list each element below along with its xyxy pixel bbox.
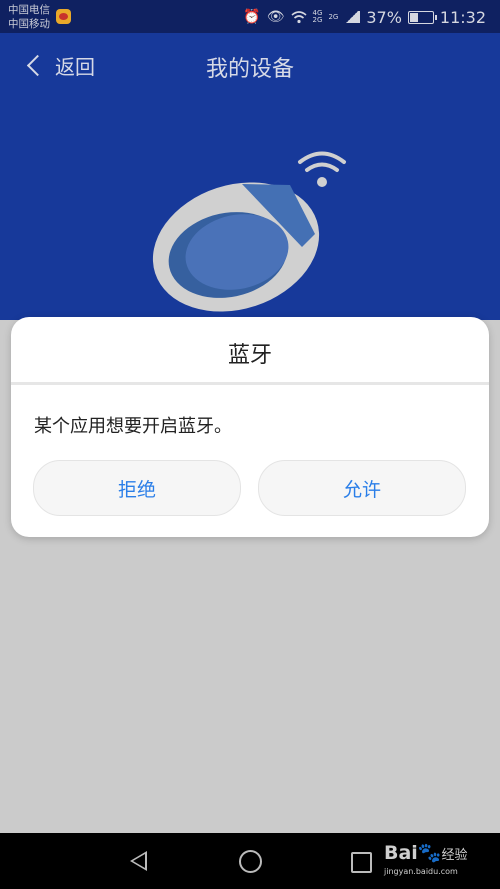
status-bar: 中国电信 中国移动 ⏰ 👁 4G 2G 2G 37% 11:32 [0,0,500,33]
dialog-divider [11,382,489,385]
carrier-2: 中国移动 [8,18,50,30]
battery-percent: 37% [366,7,402,27]
paw-icon: 🐾 [417,842,442,864]
deny-button[interactable]: 拒绝 [33,460,241,516]
watermark-brand: Bai [384,842,418,864]
nav-home-icon[interactable] [239,850,262,873]
eye-icon: 👁 [266,9,285,25]
dialog-message: 某个应用想要开启蓝牙。 [34,416,232,437]
watermark-url: jingyan.baidu.com [384,867,458,876]
device-illustration [152,151,346,312]
bluetooth-permission-dialog: 蓝牙 某个应用想要开启蓝牙。 拒绝 允许 [11,317,489,537]
signal-label-2g-b: 2G [328,12,339,21]
signal-label-2g: 2G [312,16,323,24]
dialog-title: 蓝牙 [227,343,272,368]
signal-2g-icon: 2G [328,12,339,21]
baidu-watermark: Bai🐾经验 jingyan.baidu.com [384,842,468,877]
wifi-icon [291,10,307,23]
signal-4g-2g-icon: 4G 2G [313,10,323,24]
carrier-labels: 中国电信 中国移动 [8,3,50,31]
nav-back-icon[interactable] [130,851,147,871]
status-icons: ⏰ 👁 4G 2G 2G 37% 11:32 [243,6,486,28]
watermark-cn: 经验 [441,848,468,863]
allow-button[interactable]: 允许 [258,460,466,516]
carrier-1: 中国电信 [8,4,50,16]
wifi-broadcast-icon [298,151,346,187]
signal-bars-icon [344,11,361,23]
robot-vacuum-icon [152,182,320,312]
weibo-icon [56,9,71,24]
navigation-bar: Bai🐾经验 jingyan.baidu.com [0,833,500,889]
clock: 11:32 [439,7,486,27]
battery-icon [407,10,437,24]
page-title: 我的设备 [205,57,294,82]
alarm-icon: ⏰ [243,9,261,25]
nav-recents-icon[interactable] [351,852,372,873]
